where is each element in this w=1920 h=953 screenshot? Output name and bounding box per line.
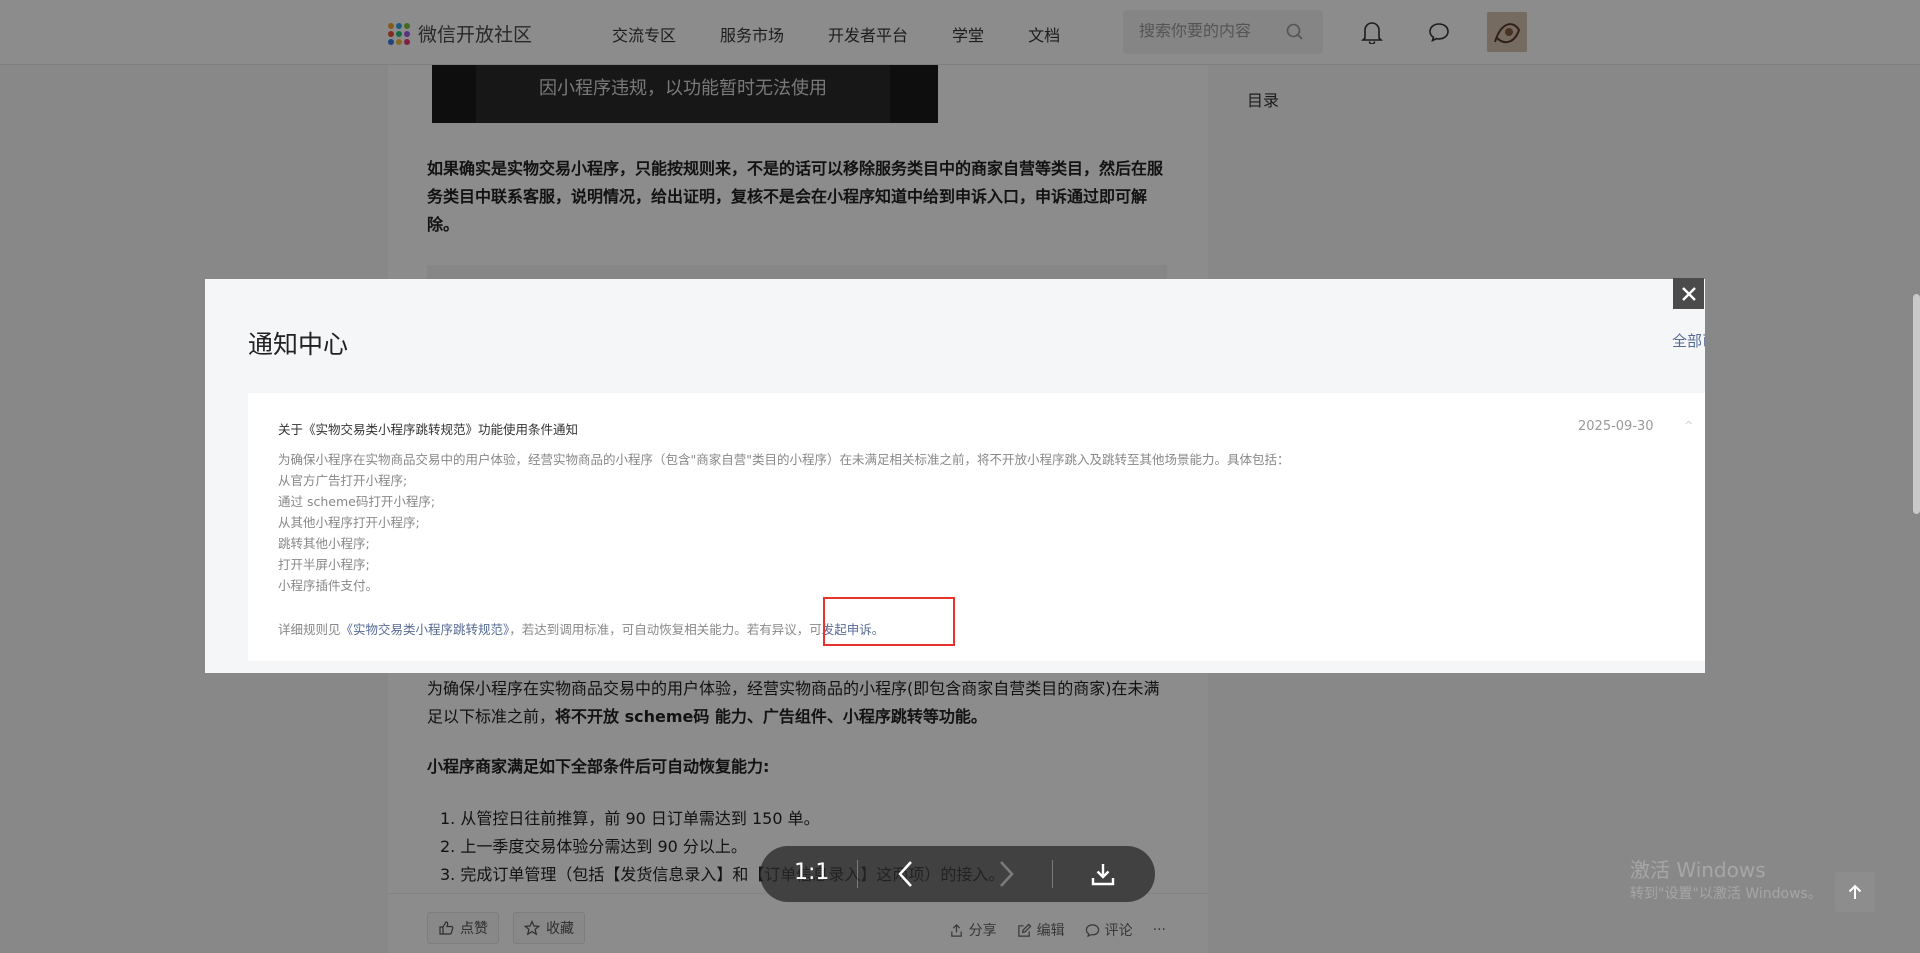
notice-date: 2025-09-30 (1578, 419, 1654, 434)
download-button[interactable] (1090, 861, 1116, 891)
actual-size-button[interactable]: 1:1 (794, 860, 829, 885)
notice-item: 打开半屏小程序; (278, 557, 370, 572)
notice-body: 为确保小程序在实物商品交易中的用户体验，经营实物商品的小程序（包含"商家自营"类… (278, 449, 1290, 596)
next-image-button[interactable] (995, 858, 1017, 894)
windows-activation-watermark: 激活 Windows 转到"设置"以激活 Windows。 (1630, 858, 1822, 906)
rules-link: 《实物交易类小程序跳转规范》 (340, 622, 510, 637)
notice-title: 关于《实物交易类小程序跳转规范》功能使用条件通知 (278, 422, 579, 437)
arrow-up-icon (1848, 884, 1862, 899)
back-to-top-button[interactable] (1835, 872, 1875, 912)
notice-foot-mid: ，若达到调用标准，可自动恢复相关能力。若有异议，可 (509, 622, 822, 637)
previous-image-button[interactable] (895, 858, 917, 894)
notice-intro: 为确保小程序在实物商品交易中的用户体验，经营实物商品的小程序（包含"商家自营"类… (278, 452, 1290, 467)
mark-all-read-link: 全部已读 (1672, 332, 1705, 350)
notice-item: 小程序插件支付。 (278, 578, 379, 593)
close-icon (1681, 286, 1696, 301)
modal-title: 通知中心 (248, 330, 349, 359)
toolbar-divider (1052, 860, 1053, 888)
notice-footer: 详细规则见《实物交易类小程序跳转规范》，若达到调用标准，可自动恢复相关能力。若有… (278, 619, 884, 638)
watermark-line2: 转到"设置"以激活 Windows。 (1630, 886, 1822, 902)
download-icon (1091, 864, 1115, 886)
preview-image-notification-center: 通知中心 全部已读 关于《实物交易类小程序跳转规范》功能使用条件通知 2025-… (205, 279, 1705, 673)
chevron-right-icon (1000, 861, 1014, 887)
highlight-box (823, 597, 955, 646)
image-viewer-toolbar: 1:1 (760, 846, 1155, 902)
close-button[interactable] (1673, 278, 1704, 309)
notice-item: 通过 scheme码打开小程序; (278, 494, 436, 509)
scrollbar[interactable] (1913, 294, 1920, 514)
chevron-left-icon (898, 861, 912, 887)
toolbar-divider (857, 860, 858, 888)
notice-item: 跳转其他小程序; (278, 536, 370, 551)
notice-foot-prefix: 详细规则见 (278, 622, 341, 637)
notice-item: 从其他小程序打开小程序; (278, 515, 420, 530)
watermark-line1: 激活 Windows (1630, 858, 1766, 882)
chevron-up-icon: ^ (1684, 419, 1694, 432)
notice-item: 从官方广告打开小程序; (278, 473, 408, 488)
notice-card: 关于《实物交易类小程序跳转规范》功能使用条件通知 2025-09-30 ^ 为确… (248, 393, 1705, 661)
